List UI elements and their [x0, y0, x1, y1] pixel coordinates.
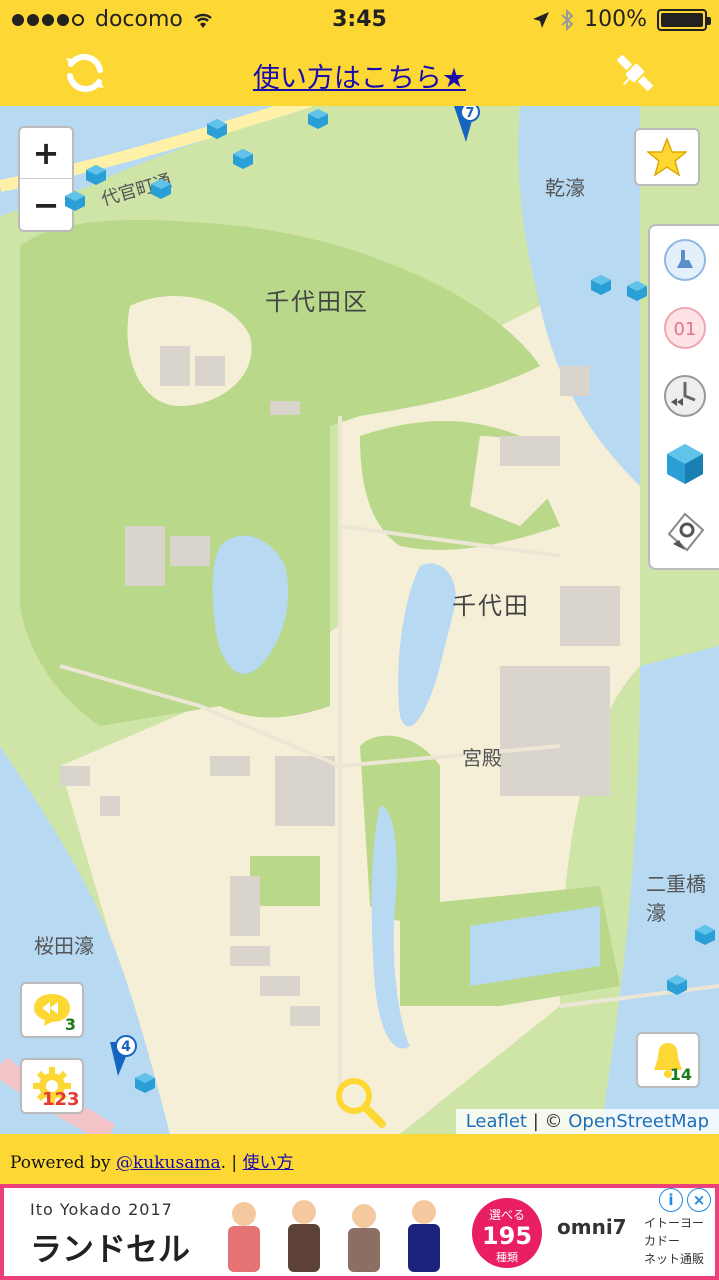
- cube-marker[interactable]: [232, 148, 254, 170]
- ad-brand: Ito Yokado 2017: [30, 1200, 173, 1219]
- leaflet-link[interactable]: Leaflet: [466, 1111, 527, 1132]
- cube-marker[interactable]: [590, 274, 612, 296]
- filter-gym[interactable]: [650, 226, 719, 294]
- cube-marker[interactable]: [694, 924, 716, 946]
- cube-marker[interactable]: [666, 974, 688, 996]
- ad-children-image: [228, 1200, 440, 1272]
- author-link[interactable]: @kukusama: [116, 1153, 221, 1173]
- ad-product: ランドセル: [30, 1230, 191, 1268]
- label-kyuden: 宮殿: [462, 746, 502, 770]
- powered-by-text: Powered by: [10, 1153, 116, 1173]
- attribution-separator: | ©: [527, 1111, 569, 1132]
- label-inui: 乾濠: [545, 176, 585, 200]
- zoom-in-button[interactable]: +: [20, 128, 72, 179]
- rewind-count: 3: [64, 1015, 76, 1034]
- label-nijubashi: 二重橋濠: [646, 872, 706, 925]
- howto-link[interactable]: 使い方: [243, 1153, 294, 1173]
- bell-count: 14: [669, 1065, 692, 1084]
- badge-bottom: 種類: [496, 1251, 518, 1264]
- cube-marker[interactable]: [85, 164, 107, 186]
- badge-top: 選べる: [488, 1208, 525, 1222]
- search-icon[interactable]: [330, 1072, 390, 1132]
- pokemon-pin-4[interactable]: 4: [104, 1032, 138, 1076]
- filter-panel: 01: [648, 224, 719, 570]
- footer-separator: . |: [220, 1153, 243, 1173]
- ad-close-icon[interactable]: ×: [687, 1188, 711, 1212]
- cube-icon: [666, 444, 703, 484]
- star-icon: [647, 137, 687, 177]
- location-arrow-icon: [533, 11, 550, 28]
- bluetooth-icon: [561, 8, 574, 31]
- settings-button[interactable]: 123: [20, 1058, 84, 1114]
- filter-pokeball[interactable]: [650, 498, 719, 566]
- pin-number: 7: [465, 106, 474, 121]
- pin-icon: 4: [110, 1035, 137, 1076]
- label-sakurada: 桜田濠: [34, 934, 94, 958]
- filter-cube[interactable]: [650, 430, 719, 498]
- store-line-2: ネット通販: [644, 1252, 705, 1266]
- label-chiyoda-ku: 千代田区: [265, 288, 369, 316]
- map-view[interactable]: 代官町通 乾濠 千代田区 千代田 宮殿 二重橋濠 桜田濠 + − 01 7 4 …: [0, 106, 719, 1134]
- pokestop-01-icon: 01: [663, 307, 706, 349]
- ad-store-text: イトーヨーカドー ネット通販: [644, 1214, 715, 1268]
- cube-marker[interactable]: [307, 108, 329, 130]
- pin-icon: 7: [454, 106, 480, 142]
- cube-marker[interactable]: [206, 118, 228, 140]
- history-icon: [663, 375, 706, 417]
- notification-button[interactable]: 14: [636, 1032, 700, 1088]
- svg-text:01: 01: [673, 319, 696, 340]
- cube-marker[interactable]: [150, 178, 172, 200]
- zoom-control: + −: [18, 126, 74, 232]
- label-chiyoda: 千代田: [452, 592, 530, 620]
- ad-omni-logo: omni7: [557, 1215, 627, 1239]
- pokeball-gym-icon: [663, 239, 706, 281]
- battery-icon: [657, 8, 711, 31]
- badge-number: 195: [481, 1222, 533, 1250]
- cube-marker[interactable]: [626, 280, 648, 302]
- pin-number: 4: [121, 1039, 131, 1055]
- ad-banner[interactable]: Ito Yokado 2017 ランドセル 選べる 195 種類 omni7 イ…: [0, 1184, 719, 1280]
- filter-history[interactable]: [650, 362, 719, 430]
- pokemon-pin-7[interactable]: 7: [448, 106, 482, 146]
- favorites-button[interactable]: [634, 128, 700, 186]
- filter-pokestop[interactable]: 01: [650, 294, 719, 362]
- footer: Powered by @kukusama. | 使い方: [0, 1134, 719, 1184]
- ad-controls: i ×: [659, 1188, 711, 1212]
- map-tiles: [0, 106, 719, 1134]
- ad-info-icon[interactable]: i: [659, 1188, 683, 1212]
- cube-marker[interactable]: [64, 190, 86, 212]
- pokeball-icon: [667, 512, 704, 552]
- osm-link[interactable]: OpenStreetMap: [568, 1111, 709, 1132]
- status-bar: docomo 3:45 100%: [0, 0, 719, 40]
- ad-badge: 選べる 195 種類: [472, 1198, 542, 1268]
- settings-count: 123: [42, 1089, 80, 1110]
- battery-percent: 100%: [584, 7, 647, 32]
- app-header: 使い方はこちら★: [0, 40, 719, 106]
- store-line-1: イトーヨーカドー: [644, 1216, 705, 1248]
- rewind-button[interactable]: 3: [20, 982, 84, 1038]
- satellite-icon[interactable]: [610, 48, 660, 98]
- map-attribution: Leaflet | © OpenStreetMap: [455, 1109, 719, 1134]
